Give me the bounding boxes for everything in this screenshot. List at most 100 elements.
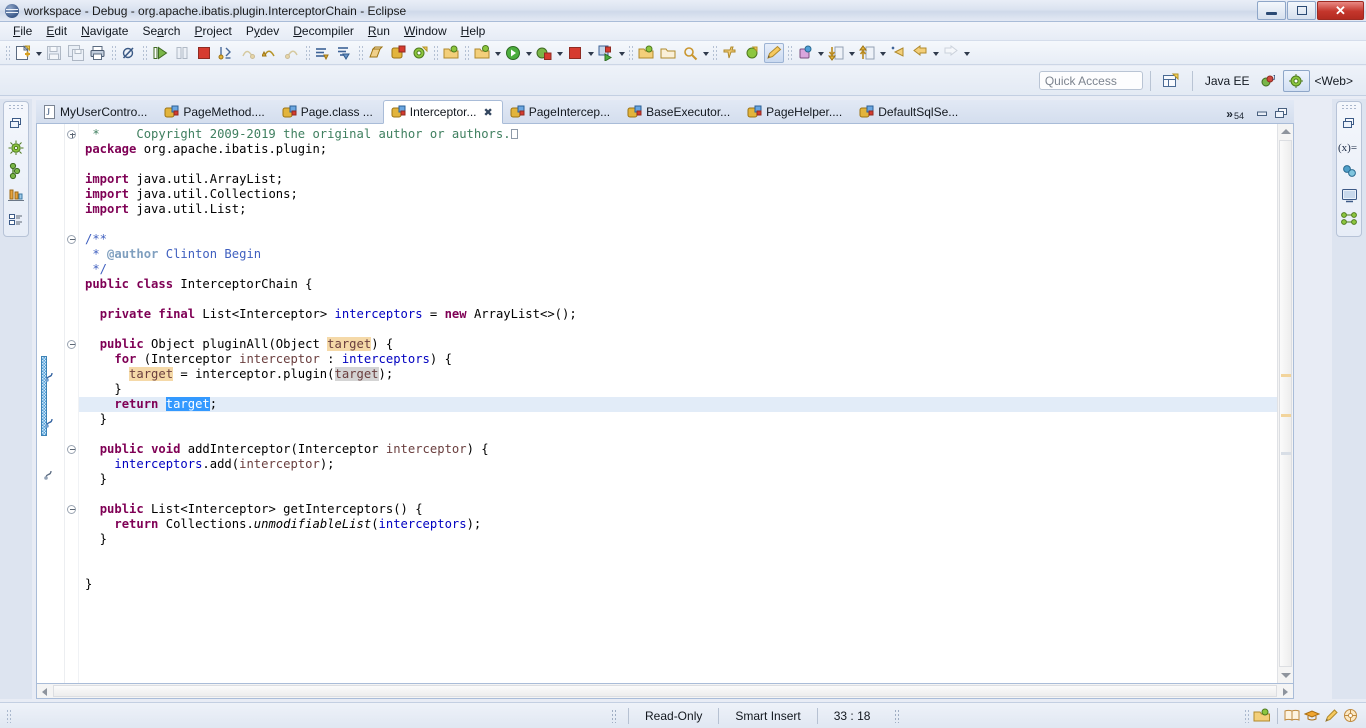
code-line[interactable]	[79, 157, 1277, 172]
scrollbar-thumb[interactable]	[1279, 140, 1292, 667]
chevron-down-icon[interactable]	[34, 43, 43, 63]
chevron-down-icon[interactable]	[555, 43, 564, 63]
code-line[interactable]: for (Interceptor interceptor : intercept…	[79, 352, 1277, 367]
code-line[interactable]: * Copyright 2009-2019 the original autho…	[79, 127, 1277, 142]
chevron-down-icon[interactable]	[701, 43, 710, 63]
next-annotation-icon[interactable]	[313, 43, 333, 63]
new-java-project-icon[interactable]	[410, 43, 430, 63]
code-line[interactable]: package org.apache.ibatis.plugin;	[79, 142, 1277, 157]
fold-collapse-icon[interactable]	[67, 235, 76, 244]
code-line[interactable]: import java.util.List;	[79, 202, 1277, 217]
code-line[interactable]	[79, 562, 1277, 577]
minimize-button[interactable]	[1257, 1, 1286, 20]
code-line[interactable]: */	[79, 262, 1277, 277]
close-icon[interactable]: ✖	[484, 106, 493, 119]
perspective-web[interactable]	[1282, 69, 1310, 92]
toolbar-group-grip[interactable]	[433, 44, 438, 61]
menu-run[interactable]: Run	[361, 22, 397, 40]
menu-project[interactable]: Project	[187, 22, 238, 40]
toolbar-group-grip[interactable]	[787, 44, 792, 61]
code-line[interactable]: import java.util.ArrayList;	[79, 172, 1277, 187]
menu-search[interactable]: Search	[135, 22, 187, 40]
chevron-down-icon[interactable]	[617, 43, 626, 63]
open-task-icon[interactable]	[441, 43, 461, 63]
new-java-class-icon[interactable]	[388, 43, 408, 63]
editor-tab-4[interactable]: PageIntercep...	[503, 100, 620, 123]
code-line[interactable]: interceptors.add(interceptor);	[79, 457, 1277, 472]
pydev-pkg-icon[interactable]	[742, 43, 762, 63]
restore-icon[interactable]	[1338, 112, 1360, 134]
open-perspective-shortcut-icon[interactable]	[1253, 708, 1271, 723]
editor-tab-2[interactable]: Page.class ...	[275, 100, 383, 123]
code-line[interactable]	[79, 547, 1277, 562]
maximize-button[interactable]	[1287, 1, 1316, 20]
editor-horizontal-scrollbar[interactable]	[36, 684, 1294, 699]
open-type-icon[interactable]	[636, 43, 656, 63]
back-history-icon[interactable]	[888, 43, 908, 63]
restore-icon[interactable]	[5, 112, 27, 134]
chevron-down-icon[interactable]	[816, 43, 825, 63]
chevron-down-icon[interactable]	[586, 43, 595, 63]
menu-pydev[interactable]: Pydev	[239, 22, 286, 40]
toolbar-group-grip[interactable]	[464, 44, 469, 61]
close-button[interactable]: ✕	[1317, 1, 1364, 20]
coverage-stop-icon[interactable]	[565, 43, 585, 63]
minimize-icon[interactable]	[1256, 108, 1269, 119]
code-line[interactable]	[79, 322, 1277, 337]
back-arrow-icon[interactable]	[910, 43, 930, 63]
code-line[interactable]: public Object pluginAll(Object target) {	[79, 337, 1277, 352]
editor-tab-6[interactable]: PageHelper....	[740, 100, 852, 123]
code-line[interactable]: }	[79, 577, 1277, 592]
fold-collapse-icon[interactable]	[67, 505, 76, 514]
skip-all-breakpoints-icon[interactable]	[119, 43, 139, 63]
scroll-left-arrow[interactable]	[42, 688, 47, 696]
code-line[interactable]	[79, 217, 1277, 232]
wheel-icon[interactable]	[1343, 708, 1358, 723]
chevron-down-icon[interactable]	[962, 43, 971, 63]
resume-icon[interactable]	[150, 43, 170, 63]
code-line[interactable]: private final List<Interceptor> intercep…	[79, 307, 1277, 322]
expressions-view-icon[interactable]	[1338, 160, 1360, 182]
new-wizard-icon[interactable]	[13, 43, 33, 63]
menu-edit[interactable]: Edit	[39, 22, 74, 40]
menu-file[interactable]: File	[6, 22, 39, 40]
chevron-down-icon[interactable]	[931, 43, 940, 63]
code-line[interactable]	[79, 292, 1277, 307]
scrollbar-thumb[interactable]	[53, 685, 1277, 697]
run-external-icon[interactable]	[596, 43, 616, 63]
menu-help[interactable]: Help	[454, 22, 493, 40]
editor-tab-7[interactable]: DefaultSqlSe...	[852, 100, 968, 123]
chevron-down-icon[interactable]	[878, 43, 887, 63]
code-line[interactable]: return target;	[79, 397, 1277, 412]
code-line[interactable]: }	[79, 532, 1277, 547]
folding-ruler[interactable]	[65, 124, 79, 683]
fold-collapse-icon[interactable]	[67, 445, 76, 454]
scroll-up-arrow[interactable]	[1281, 129, 1291, 134]
open-resource-icon[interactable]	[658, 43, 678, 63]
quick-access-input[interactable]: Quick Access	[1038, 71, 1143, 90]
code-line[interactable]	[79, 427, 1277, 442]
search-icon[interactable]	[680, 43, 700, 63]
maximize-icon[interactable]	[1275, 108, 1288, 119]
toggle-mark-occurrences-icon[interactable]	[764, 42, 784, 63]
new-java-package-icon[interactable]	[366, 43, 386, 63]
editor-tab-0[interactable]: J MyUserContro...	[36, 100, 157, 123]
servers-view-icon[interactable]	[5, 184, 27, 206]
code-line[interactable]: /**	[79, 232, 1277, 247]
editor-vertical-scrollbar[interactable]	[1277, 124, 1293, 683]
open-perspective-button[interactable]	[1158, 70, 1185, 92]
console-view-icon[interactable]	[1338, 184, 1360, 206]
scroll-right-arrow[interactable]	[1283, 688, 1288, 696]
outline-view-icon[interactable]	[5, 208, 27, 230]
code-line[interactable]: public List<Interceptor> getInterceptors…	[79, 502, 1277, 517]
debug-view-icon[interactable]	[5, 136, 27, 158]
pin-editor-icon[interactable]	[720, 43, 740, 63]
tab-overflow-button[interactable]: » 54	[1220, 107, 1248, 123]
toolbar-group-grip[interactable]	[712, 44, 717, 61]
fast-view-grip[interactable]	[8, 104, 24, 110]
menu-window[interactable]: Window	[397, 22, 454, 40]
menu-navigate[interactable]: Navigate	[74, 22, 135, 40]
editor-tab-1[interactable]: PageMethod....	[157, 100, 274, 123]
chevron-down-icon[interactable]	[847, 43, 856, 63]
editor-tab-3[interactable]: Interceptor... ✖	[382, 100, 503, 124]
